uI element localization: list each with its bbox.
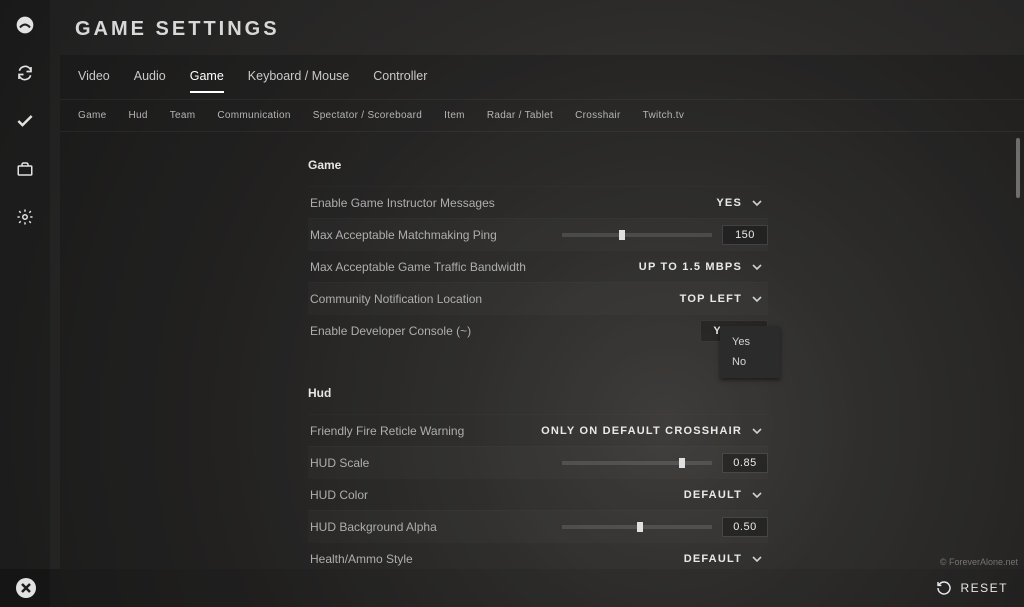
close-button[interactable] xyxy=(14,576,38,600)
dropdown-menu-devconsole: Yes No xyxy=(720,326,780,378)
label-ping: Max Acceptable Matchmaking Ping xyxy=(308,228,562,242)
chevron-down-icon xyxy=(752,198,762,208)
label-instructor: Enable Game Instructor Messages xyxy=(308,196,716,210)
row-ping: Max Acceptable Matchmaking Ping 150 xyxy=(308,218,768,250)
label-bandwidth: Max Acceptable Game Traffic Bandwidth xyxy=(308,260,639,274)
section-heading-game: Game xyxy=(308,150,1024,186)
value-ffwarn: ONLY ON DEFAULT CROSSHAIR xyxy=(541,425,742,437)
settings-panel: Video Audio Game Keyboard / Mouse Contro… xyxy=(60,55,1024,569)
section-hud: Hud Friendly Fire Reticle Warning ONLY O… xyxy=(308,378,1024,568)
dropdown-bandwidth[interactable]: UP TO 1.5 MBPS xyxy=(639,261,768,273)
label-devconsole: Enable Developer Console (~) xyxy=(308,324,700,338)
settings-body: Game Enable Game Instructor Messages YES… xyxy=(60,132,1024,568)
subtab-item[interactable]: Item xyxy=(444,110,465,121)
footer: RESET xyxy=(0,569,1024,607)
tabs-secondary: Game Hud Team Communication Spectator / … xyxy=(60,100,1024,132)
value-ping[interactable]: 150 xyxy=(722,225,768,245)
label-scale: HUD Scale xyxy=(308,456,562,470)
tab-game[interactable]: Game xyxy=(190,69,224,93)
dropdown-option-yes[interactable]: Yes xyxy=(720,332,780,352)
page-title: GAME SETTINGS xyxy=(75,18,280,41)
subtab-communication[interactable]: Communication xyxy=(217,110,290,121)
value-scale[interactable]: 0.85 xyxy=(722,453,768,473)
check-icon[interactable] xyxy=(14,110,36,132)
value-instructor: YES xyxy=(716,197,742,209)
chevron-down-icon xyxy=(752,426,762,436)
chevron-down-icon xyxy=(752,554,762,564)
tab-video[interactable]: Video xyxy=(78,69,110,93)
reset-icon xyxy=(936,580,952,596)
row-scale: HUD Scale 0.85 xyxy=(308,446,768,478)
label-color: HUD Color xyxy=(308,488,684,502)
reset-label: RESET xyxy=(960,581,1008,595)
row-bgalpha: HUD Background Alpha 0.50 xyxy=(308,510,768,542)
subtab-radar[interactable]: Radar / Tablet xyxy=(487,110,553,121)
scrollbar[interactable] xyxy=(1016,138,1020,198)
row-devconsole: Enable Developer Console (~) YES xyxy=(308,314,768,346)
dropdown-instructor[interactable]: YES xyxy=(716,197,768,209)
section-game: Game Enable Game Instructor Messages YES… xyxy=(308,150,1024,346)
dropdown-ffwarn[interactable]: ONLY ON DEFAULT CROSSHAIR xyxy=(541,425,768,437)
gear-icon[interactable] xyxy=(14,206,36,228)
value-bgalpha[interactable]: 0.50 xyxy=(722,517,768,537)
label-notification: Community Notification Location xyxy=(308,292,680,306)
row-color: HUD Color DEFAULT xyxy=(308,478,768,510)
slider-ping[interactable] xyxy=(562,233,712,237)
tab-keyboard-mouse[interactable]: Keyboard / Mouse xyxy=(248,69,349,93)
value-notification: TOP LEFT xyxy=(680,293,742,305)
slider-scale[interactable] xyxy=(562,461,712,465)
tab-audio[interactable]: Audio xyxy=(134,69,166,93)
briefcase-icon[interactable] xyxy=(14,158,36,180)
chevron-down-icon xyxy=(752,262,762,272)
slider-bgalpha[interactable] xyxy=(562,525,712,529)
section-heading-hud: Hud xyxy=(308,378,1024,414)
row-notification: Community Notification Location TOP LEFT xyxy=(308,282,768,314)
row-hpammo: Health/Ammo Style DEFAULT xyxy=(308,542,768,568)
reset-button[interactable]: RESET xyxy=(936,580,1008,596)
value-color: DEFAULT xyxy=(684,489,742,501)
refresh-icon[interactable] xyxy=(14,62,36,84)
label-hpammo: Health/Ammo Style xyxy=(308,552,684,566)
subtab-hud[interactable]: Hud xyxy=(128,110,147,121)
logo-icon[interactable] xyxy=(14,14,36,36)
subtab-spectator[interactable]: Spectator / Scoreboard xyxy=(313,110,422,121)
subtab-crosshair[interactable]: Crosshair xyxy=(575,110,621,121)
dropdown-notification[interactable]: TOP LEFT xyxy=(680,293,768,305)
dropdown-option-no[interactable]: No xyxy=(720,352,780,372)
value-hpammo: DEFAULT xyxy=(684,553,742,565)
row-instructor: Enable Game Instructor Messages YES xyxy=(308,186,768,218)
value-bandwidth: UP TO 1.5 MBPS xyxy=(639,261,742,273)
dropdown-color[interactable]: DEFAULT xyxy=(684,489,768,501)
subtab-team[interactable]: Team xyxy=(170,110,196,121)
dropdown-hpammo[interactable]: DEFAULT xyxy=(684,553,768,565)
chevron-down-icon xyxy=(752,490,762,500)
row-bandwidth: Max Acceptable Game Traffic Bandwidth UP… xyxy=(308,250,768,282)
label-bgalpha: HUD Background Alpha xyxy=(308,520,562,534)
tab-controller[interactable]: Controller xyxy=(373,69,427,93)
subtab-twitch[interactable]: Twitch.tv xyxy=(643,110,685,121)
label-ffwarn: Friendly Fire Reticle Warning xyxy=(308,424,541,438)
row-ffwarn: Friendly Fire Reticle Warning ONLY ON DE… xyxy=(308,414,768,446)
subtab-game[interactable]: Game xyxy=(78,110,106,121)
tabs-primary: Video Audio Game Keyboard / Mouse Contro… xyxy=(60,55,1024,100)
chevron-down-icon xyxy=(752,294,762,304)
watermark: © ForeverAlone.net xyxy=(940,557,1018,567)
left-toolbar xyxy=(0,0,50,607)
